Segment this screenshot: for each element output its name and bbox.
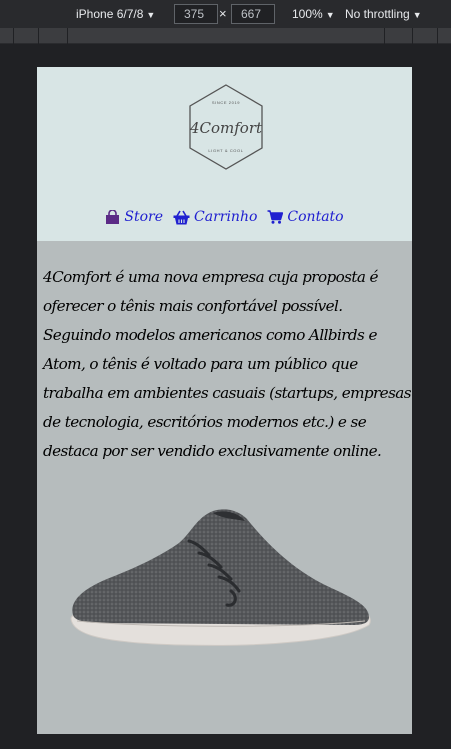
throttling-select-label: No throttling — [345, 7, 410, 21]
device-toolbar: iPhone 6/7/8 ▼ 375 × 667 100% ▼ No throttl… — [0, 0, 451, 28]
zoom-select-label: 100% — [292, 7, 323, 21]
company-description: 4Comfort é uma nova empresa cuja propost… — [43, 268, 412, 460]
ruler-divider — [384, 28, 385, 44]
device-select-label: iPhone 6/7/8 — [76, 7, 144, 21]
zoom-select[interactable]: 100% ▼ — [292, 7, 335, 21]
site-header: SINCE 2019 4Comfort LIGHT & COOL Store C… — [37, 67, 412, 241]
device-viewport: SINCE 2019 4Comfort LIGHT & COOL Store C… — [37, 67, 412, 734]
shopping-cart-icon — [267, 210, 284, 224]
shopping-bag-icon — [105, 210, 120, 224]
media-query-ruler[interactable] — [0, 28, 451, 44]
nav-link-store[interactable]: Store — [105, 209, 163, 225]
ruler-divider — [38, 28, 39, 44]
nav-link-label: Contato — [287, 209, 344, 225]
logo-bottom-text: LIGHT & COOL — [208, 148, 243, 153]
logo-top-text: SINCE 2019 — [212, 100, 240, 105]
ruler-divider — [412, 28, 413, 44]
throttling-select[interactable]: No throttling ▼ — [345, 7, 422, 21]
main-content: 4Comfort é uma nova empresa cuja propost… — [37, 241, 412, 734]
main-nav: Store Carrinho Contato — [37, 205, 412, 229]
sneaker-image — [70, 509, 371, 646]
ruler-divider — [13, 28, 14, 44]
shopping-basket-icon — [173, 210, 190, 225]
times-icon: × — [219, 6, 227, 21]
ruler-divider — [67, 28, 68, 44]
width-field[interactable]: 375 — [174, 4, 218, 24]
nav-link-label: Store — [124, 209, 164, 225]
nav-link-contato[interactable]: Contato — [267, 209, 344, 225]
chevron-down-icon: ▼ — [325, 10, 335, 20]
nav-link-label: Carrinho — [194, 209, 258, 225]
chevron-down-icon: ▼ — [146, 10, 156, 20]
device-select[interactable]: iPhone 6/7/8 ▼ — [76, 7, 155, 21]
ruler-divider — [437, 28, 438, 44]
nav-link-carrinho[interactable]: Carrinho — [173, 209, 257, 225]
chevron-down-icon: ▼ — [412, 10, 422, 20]
logo-brand-text: 4Comfort — [189, 119, 263, 137]
brand-logo[interactable]: SINCE 2019 4Comfort LIGHT & COOL — [187, 83, 265, 171]
height-field[interactable]: 667 — [231, 4, 275, 24]
